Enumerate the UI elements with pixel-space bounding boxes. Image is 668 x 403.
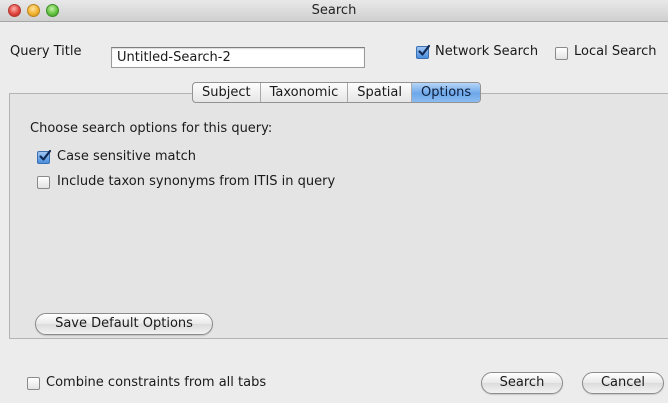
- case-sensitive-label: Case sensitive match: [57, 149, 196, 164]
- include-synonyms-checkbox[interactable]: [37, 176, 50, 189]
- query-title-label: Query Title: [10, 44, 82, 59]
- local-search-checkbox[interactable]: [555, 47, 568, 60]
- query-title-input[interactable]: Untitled-Search-2: [111, 47, 365, 68]
- tab-bar: Subject Taxonomic Spatial Options: [192, 82, 482, 103]
- tab-options[interactable]: Options: [412, 83, 481, 102]
- checkmark-icon: [418, 44, 431, 56]
- search-window: Search Query Title Untitled-Search-2 Net…: [0, 0, 668, 403]
- title-bar: Search: [0, 0, 668, 22]
- network-search-label: Network Search: [435, 44, 539, 59]
- tab-spatial[interactable]: Spatial: [348, 83, 412, 102]
- local-search-label: Local Search: [574, 44, 657, 59]
- options-heading: Choose search options for this query:: [30, 121, 273, 136]
- include-synonyms-label: Include taxon synonyms from ITIS in quer…: [57, 174, 336, 189]
- combine-constraints-checkbox[interactable]: [27, 377, 40, 390]
- window-title: Search: [311, 3, 357, 18]
- save-default-options-button[interactable]: Save Default Options: [35, 313, 213, 335]
- search-button[interactable]: Search: [481, 372, 563, 394]
- cancel-button[interactable]: Cancel: [582, 372, 664, 394]
- case-sensitive-checkbox[interactable]: [37, 149, 52, 164]
- tab-taxonomic[interactable]: Taxonomic: [261, 83, 349, 102]
- tab-subject[interactable]: Subject: [193, 83, 261, 102]
- checkmark-icon: [39, 149, 52, 161]
- network-search-checkbox[interactable]: [416, 44, 431, 59]
- combine-constraints-label: Combine constraints from all tabs: [46, 375, 267, 390]
